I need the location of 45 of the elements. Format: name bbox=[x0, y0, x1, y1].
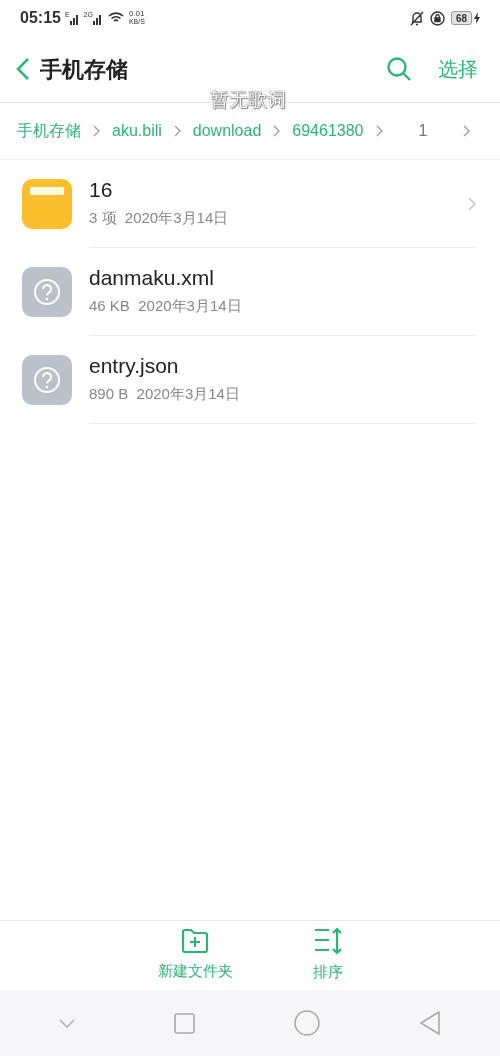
file-row[interactable]: danmaku.xml 46 KB 2020年3月14日 bbox=[0, 248, 500, 336]
page-title: 手机存储 bbox=[40, 55, 128, 84]
file-meta: 46 KB 2020年3月14日 bbox=[89, 296, 243, 317]
muted-bell-icon bbox=[409, 10, 424, 26]
breadcrumb-item[interactable]: aku.bili bbox=[112, 119, 162, 143]
back-icon[interactable] bbox=[16, 57, 30, 81]
wifi-icon bbox=[107, 12, 124, 24]
sort-icon bbox=[312, 927, 343, 956]
battery-level: 68 bbox=[450, 11, 472, 25]
file-meta: 3 项 2020年3月14日 bbox=[89, 208, 230, 229]
rotation-lock-icon bbox=[429, 10, 445, 26]
lyrics-overlay: 暂无歌词 bbox=[210, 88, 286, 112]
clock: 05:15 bbox=[20, 8, 61, 28]
recents-icon[interactable] bbox=[174, 1012, 196, 1034]
toolbar-button[interactable]: 新建文件夹 bbox=[157, 928, 233, 983]
file-row[interactable]: entry.json 890 B 2020年3月14日 bbox=[0, 336, 500, 424]
file-row[interactable]: 16 3 项 2020年3月14日 bbox=[0, 160, 500, 248]
home-icon[interactable] bbox=[293, 1010, 320, 1036]
breadcrumb-item[interactable]: 1 bbox=[394, 119, 452, 143]
file-name: entry.json bbox=[89, 353, 180, 380]
search-icon[interactable] bbox=[386, 56, 412, 82]
toolbar-button[interactable]: 排序 bbox=[312, 927, 343, 984]
charging-icon bbox=[474, 12, 480, 24]
new-folder-icon bbox=[181, 928, 209, 955]
chevron-icon bbox=[468, 196, 476, 211]
file-meta: 890 B 2020年3月14日 bbox=[89, 384, 241, 405]
chevron-icon bbox=[375, 125, 383, 137]
chevron-icon bbox=[273, 125, 281, 137]
speed-value: 0.01 bbox=[128, 10, 145, 18]
file-name: danmaku.xml bbox=[89, 265, 215, 292]
breadcrumb-item[interactable]: download bbox=[192, 119, 262, 143]
folder-icon bbox=[22, 179, 72, 229]
unknown-file-icon bbox=[22, 355, 72, 405]
back-nav-icon[interactable] bbox=[418, 1011, 441, 1035]
breadcrumb-item[interactable]: 手机存储 bbox=[17, 119, 81, 143]
hide-nav-icon[interactable] bbox=[59, 1018, 76, 1028]
chevron-icon bbox=[93, 125, 100, 137]
chevron-icon bbox=[463, 125, 471, 137]
breadcrumb-item[interactable]: 69461380 bbox=[292, 119, 364, 143]
chevron-icon bbox=[173, 125, 181, 137]
select-button[interactable]: 选择 bbox=[438, 54, 478, 84]
file-name: 16 bbox=[89, 177, 114, 204]
unknown-file-icon bbox=[22, 267, 72, 317]
signal-icon bbox=[92, 13, 103, 25]
signal-icon bbox=[69, 13, 80, 25]
